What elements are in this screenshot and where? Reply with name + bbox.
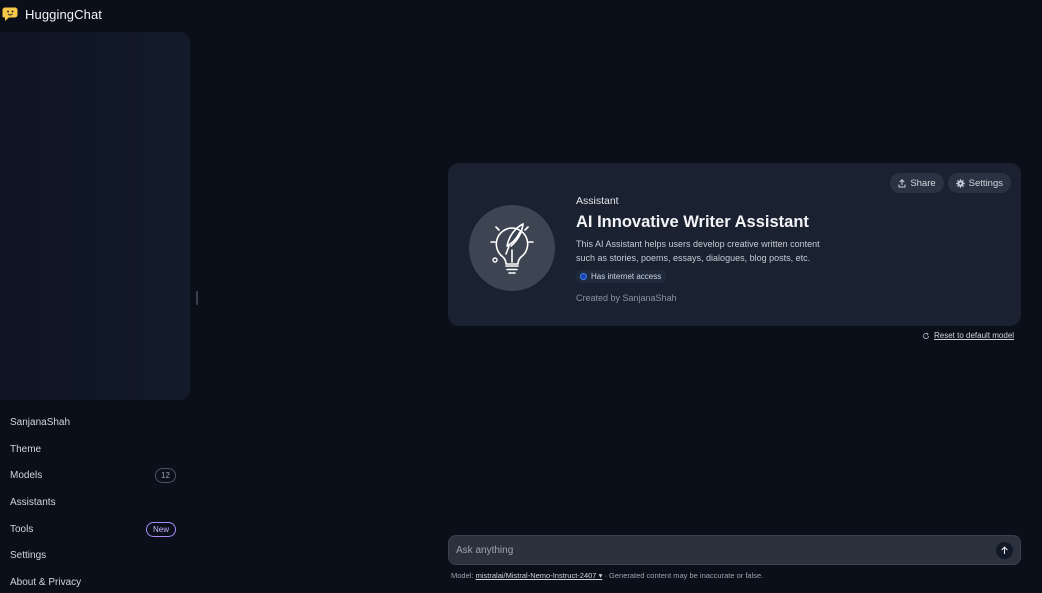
sidebar-item-settings[interactable]: Settings xyxy=(0,542,190,569)
app-root: HuggingChat SanjanaShah Theme Models 12 … xyxy=(0,0,1042,593)
model-name: mistralai/Mistral-Nemo-Instruct-2407 xyxy=(475,571,597,580)
new-badge: New xyxy=(145,521,176,537)
sidebar-item-tools[interactable]: Tools New xyxy=(0,516,190,543)
card-actions: Share Settings xyxy=(890,173,1011,193)
assistant-avatar xyxy=(469,205,555,291)
globe-icon xyxy=(580,273,587,280)
share-icon xyxy=(898,178,906,187)
brand[interactable]: HuggingChat xyxy=(2,5,102,23)
assistant-card: Share Settings Assistant AI Innovative W… xyxy=(448,163,1021,326)
model-prefix: Model: xyxy=(451,571,474,580)
chat-input[interactable] xyxy=(456,542,976,559)
sidebar-item-label: Models xyxy=(10,470,43,482)
app-name: HuggingChat xyxy=(25,6,102,22)
sidebar-item-label: SanjanaShah xyxy=(10,416,71,428)
sidebar-item-label: Theme xyxy=(10,443,42,455)
sidebar-item-about-privacy[interactable]: About & Privacy xyxy=(0,569,190,593)
sidebar-resize-handle[interactable] xyxy=(196,291,198,305)
reset-icon xyxy=(922,332,930,339)
share-label: Share xyxy=(910,177,936,189)
sidebar-item-label: Assistants xyxy=(10,496,56,508)
models-count-badge: 12 xyxy=(155,468,176,484)
arrow-up-icon xyxy=(1001,546,1008,554)
huggingface-logo-icon xyxy=(2,7,18,21)
lightbulb-quill-icon xyxy=(490,223,534,274)
sidebar-item-assistants[interactable]: Assistants xyxy=(0,489,190,516)
internet-access-tag: Has internet access xyxy=(576,270,667,283)
sidebar-item-label: Settings xyxy=(10,550,47,562)
sidebar-nav: SanjanaShah Theme Models 12 Assistants T… xyxy=(0,409,190,593)
gear-icon xyxy=(955,178,965,188)
reset-model[interactable]: Reset to default model xyxy=(922,331,1014,340)
conversation-list[interactable] xyxy=(0,32,190,400)
chat-input-box xyxy=(448,535,1021,565)
share-button[interactable]: Share xyxy=(890,173,944,193)
assistant-title: AI Innovative Writer Assistant xyxy=(576,213,809,231)
assistant-description: This AI Assistant helps users develop cr… xyxy=(576,239,820,263)
sidebar-item-label: Tools xyxy=(10,523,34,535)
model-footer: Model: mistralai/Mistral-Nemo-Instruct-2… xyxy=(451,571,763,580)
created-by: Created by SanjanaShah xyxy=(576,293,677,303)
assistant-type-label: Assistant xyxy=(576,195,619,207)
settings-button[interactable]: Settings xyxy=(947,173,1011,193)
sidebar-item-models[interactable]: Models 12 xyxy=(0,462,190,489)
settings-label: Settings xyxy=(968,177,1003,189)
model-selector-link[interactable]: mistralai/Mistral-Nemo-Instruct-2407 ▾ xyxy=(476,571,603,580)
disclaimer: · Generated content may be inaccurate or… xyxy=(604,571,764,580)
internet-access-label: Has internet access xyxy=(591,272,662,281)
reset-model-link[interactable]: Reset to default model xyxy=(934,331,1014,340)
sidebar-item-user[interactable]: SanjanaShah xyxy=(0,409,190,436)
sidebar-item-label: About & Privacy xyxy=(10,576,82,588)
send-button[interactable] xyxy=(996,542,1013,559)
sidebar-item-theme[interactable]: Theme xyxy=(0,436,190,463)
